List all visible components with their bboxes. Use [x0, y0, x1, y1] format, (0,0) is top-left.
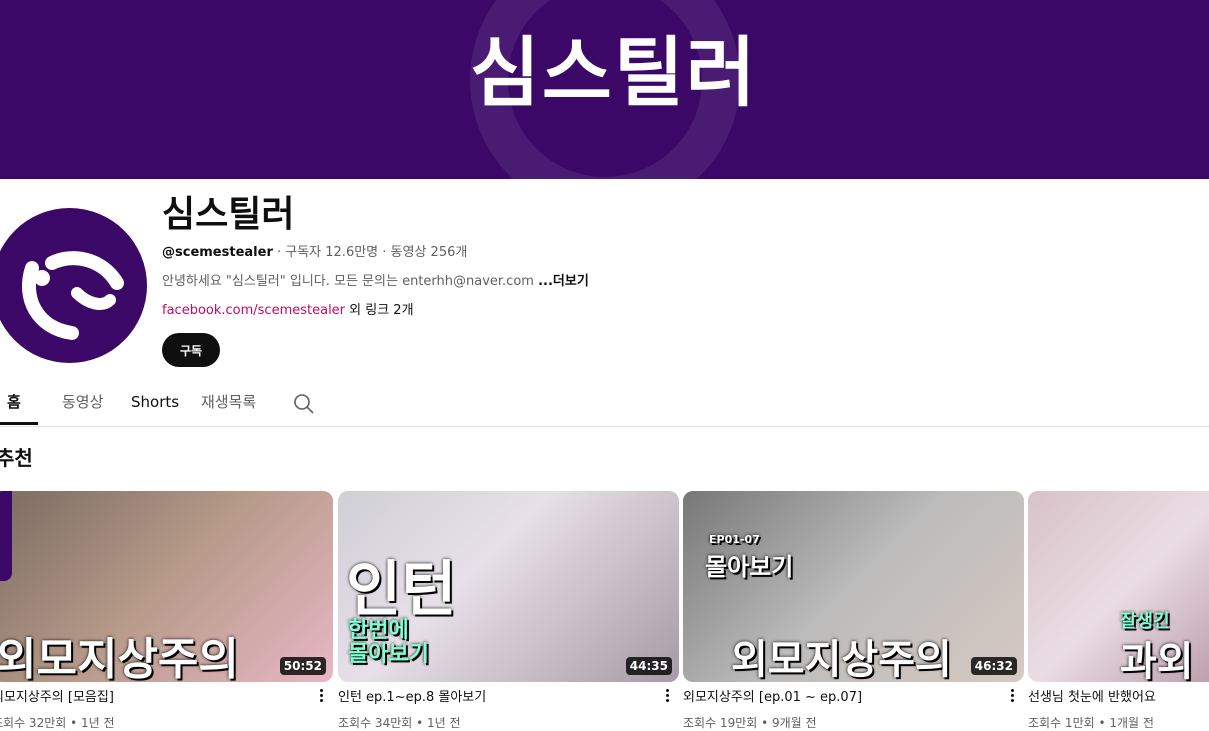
- video-card[interactable]: 외모지상주의 50:52 외모지상주의 [모음집] 조회수 32만회 • 1년 …: [0, 491, 333, 730]
- video-title[interactable]: 인턴 ep.1~ep.8 몰아보기: [338, 689, 638, 707]
- thumbnail-ep-text: EP01-07: [709, 533, 760, 546]
- video-title[interactable]: 선생님 첫눈에 반했어요: [1028, 689, 1209, 707]
- thumbnail-text: 과외: [1120, 639, 1194, 682]
- subscribe-button[interactable]: 구독: [162, 333, 220, 367]
- channel-tabs: 홈 동영상 Shorts 재생목록: [0, 380, 1209, 427]
- thumbnail-subtext: 한번에 몰아보기: [348, 618, 429, 667]
- channel-description[interactable]: 안녕하세요 "심스틸러" 입니다. 모든 문의는 enterhh@naver.c…: [162, 273, 589, 291]
- video-title[interactable]: 외모지상주의 [ep.01 ~ ep.07]: [683, 689, 983, 707]
- thumbnail-text: 외모지상주의: [731, 637, 952, 682]
- video-duration: 46:32: [970, 657, 1017, 675]
- banner-title: 심스틸러: [470, 28, 758, 117]
- other-links[interactable]: 외 링크 2개: [345, 303, 413, 318]
- video-thumbnail[interactable]: 인턴 한번에 몰아보기 44:35: [338, 491, 679, 682]
- video-title[interactable]: 외모지상주의 [모음집]: [0, 689, 292, 707]
- more-link[interactable]: ...더보기: [538, 274, 589, 289]
- thumbnail-text: 외모지상주의: [0, 634, 239, 682]
- thumbnail-top-text: 몰아보기: [705, 553, 794, 581]
- video-thumbnail[interactable]: EP01-07 몰아보기 외모지상주의 46:32: [683, 491, 1024, 682]
- tab-playlists[interactable]: 재생목록: [201, 392, 256, 412]
- video-meta: 조회수 34만회 • 1년 전: [338, 716, 461, 730]
- video-meta: 조회수 32만회 • 1년 전: [0, 716, 115, 730]
- channel-banner: 심스틸러: [0, 0, 1209, 179]
- channel-name: 심스틸러: [162, 194, 295, 235]
- tab-videos[interactable]: 동영상: [62, 392, 103, 412]
- channel-handle: @scemestealer: [162, 245, 273, 260]
- search-icon[interactable]: [292, 392, 316, 416]
- more-options-icon[interactable]: [1004, 687, 1020, 707]
- video-meta: 조회수 1만회 • 1개월 전: [1028, 716, 1154, 730]
- video-card[interactable]: EP01-07 몰아보기 외모지상주의 46:32 외모지상주의 [ep.01 …: [683, 491, 1024, 730]
- channel-avatar[interactable]: [0, 208, 147, 363]
- active-tab-indicator: [0, 422, 38, 425]
- section-title: 추천: [0, 446, 33, 470]
- facebook-link[interactable]: facebook.com/scemestealer: [162, 303, 345, 318]
- video-card[interactable]: 인턴 한번에 몰아보기 44:35 인턴 ep.1~ep.8 몰아보기 조회수 3…: [338, 491, 679, 730]
- channel-links: facebook.com/scemestealer 외 링크 2개: [162, 302, 414, 320]
- video-duration: 44:35: [625, 657, 672, 675]
- video-duration: 50:52: [279, 657, 326, 675]
- video-card[interactable]: 잘생긴 과외 선생님 첫눈에 반했어요 조회수 1만회 • 1개월 전: [1028, 491, 1209, 730]
- more-options-icon[interactable]: [659, 687, 675, 707]
- channel-meta: @scemestealer · 구독자 12.6만명 · 동영상 256개: [162, 244, 467, 262]
- description-text: 안녕하세요 "심스틸러" 입니다. 모든 문의는 enterhh@naver.c…: [162, 274, 539, 289]
- more-options-icon[interactable]: [313, 687, 329, 707]
- avatar-logo-icon: [21, 251, 124, 340]
- tab-home[interactable]: 홈: [7, 392, 21, 412]
- tab-shorts[interactable]: Shorts: [131, 392, 179, 412]
- video-thumbnail[interactable]: 외모지상주의 50:52: [0, 491, 333, 682]
- channel-stats: · 구독자 12.6만명 · 동영상 256개: [272, 245, 468, 260]
- thumbnail-side-tag: [0, 491, 12, 581]
- video-thumbnail[interactable]: 잘생긴 과외: [1028, 491, 1209, 682]
- video-meta: 조회수 19만회 • 9개월 전: [683, 716, 817, 730]
- thumbnail-text: 인턴: [346, 555, 457, 625]
